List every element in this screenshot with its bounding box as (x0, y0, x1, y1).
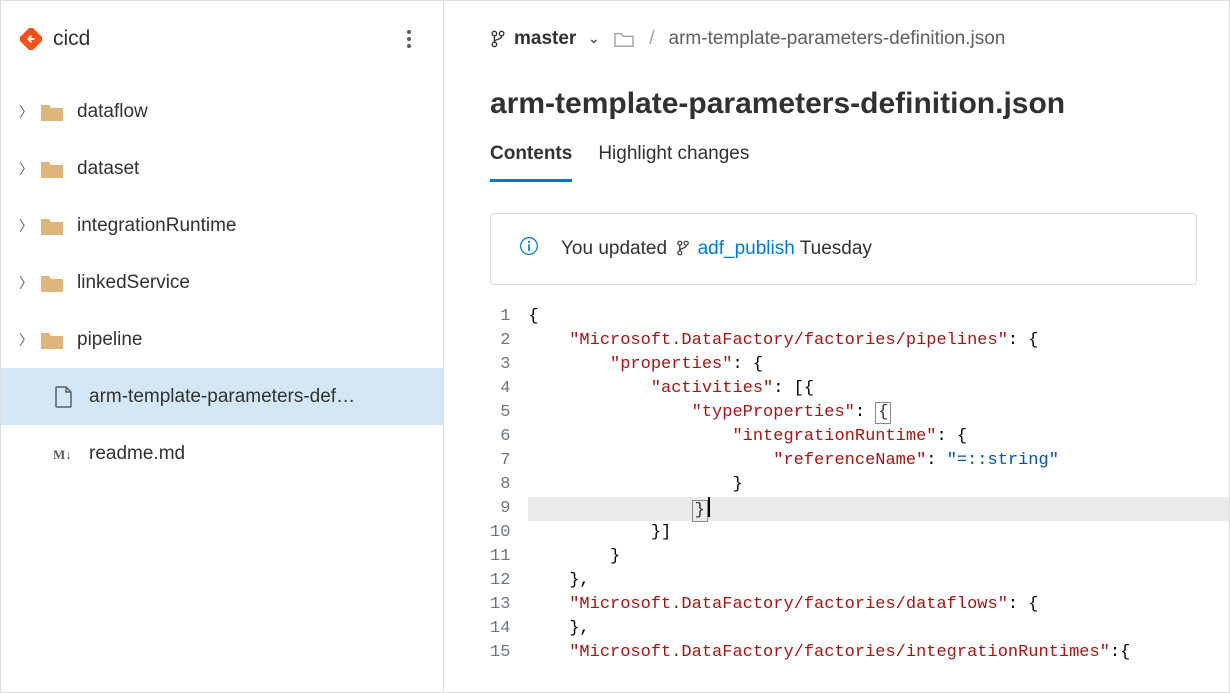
tree-item-label: arm-template-parameters-def… (89, 386, 355, 408)
repo-header: cicd (1, 11, 443, 83)
info-icon (519, 236, 539, 262)
chevron-right-icon: 〉 (19, 102, 39, 122)
main-content: master ⌄ / arm-template-parameters-defin… (444, 1, 1229, 692)
tree-item-label: pipeline (77, 329, 143, 351)
line-number-gutter: 123456789101112131415 (490, 305, 528, 692)
file-tree: 〉 dataflow 〉 dataset 〉 integrationRuntime 〉 lin… (1, 83, 443, 482)
branch-icon (490, 30, 506, 48)
repo-icon (19, 27, 43, 51)
code-editor[interactable]: 123456789101112131415 { "Microsoft.DataF… (444, 305, 1229, 692)
tab-bar: Contents Highlight changes (444, 143, 1229, 183)
tree-folder[interactable]: 〉 pipeline (1, 311, 443, 368)
folder-icon (613, 30, 635, 48)
tree-item-label: readme.md (89, 443, 185, 465)
folder-icon (39, 329, 65, 351)
updated-branch-link[interactable]: adf_publish (698, 238, 795, 259)
chevron-right-icon: 〉 (19, 159, 39, 179)
more-vertical-icon (407, 30, 411, 48)
tab-highlight-changes[interactable]: Highlight changes (598, 143, 749, 182)
folder-icon (39, 215, 65, 237)
tree-item-label: dataset (77, 158, 139, 180)
breadcrumb-separator: / (649, 28, 654, 50)
folder-icon (39, 158, 65, 180)
info-text: You updated adf_publish Tuesday (561, 238, 872, 260)
file-icon (51, 386, 77, 408)
more-actions-button[interactable] (393, 23, 425, 55)
branch-name: master (514, 28, 576, 50)
svg-text:M↓: M↓ (53, 447, 72, 462)
folder-icon (39, 272, 65, 294)
branch-selector[interactable]: master ⌄ (490, 28, 599, 50)
tree-folder[interactable]: 〉 dataset (1, 140, 443, 197)
tree-item-label: integrationRuntime (77, 215, 236, 237)
file-explorer: cicd 〉 dataflow 〉 dataset 〉 integrationRuntim… (1, 1, 444, 692)
chevron-down-icon: ⌄ (588, 31, 599, 47)
tree-item-label: linkedService (77, 272, 190, 294)
breadcrumb-file: arm-template-parameters-definition.json (669, 28, 1006, 50)
tree-item-label: dataflow (77, 101, 148, 123)
page-title: arm-template-parameters-definition.json (444, 59, 1229, 143)
markdown-icon: M↓ (51, 443, 77, 465)
folder-icon (39, 101, 65, 123)
breadcrumb-bar: master ⌄ / arm-template-parameters-defin… (444, 19, 1229, 59)
tree-folder[interactable]: 〉 linkedService (1, 254, 443, 311)
code-area[interactable]: { "Microsoft.DataFactory/factories/pipel… (528, 305, 1229, 692)
tree-file[interactable]: arm-template-parameters-def… (1, 368, 443, 425)
branch-icon (676, 240, 690, 256)
chevron-right-icon: 〉 (19, 330, 39, 350)
chevron-right-icon: 〉 (19, 216, 39, 236)
tree-folder[interactable]: 〉 dataflow (1, 83, 443, 140)
repo-name: cicd (53, 27, 393, 51)
tab-contents[interactable]: Contents (490, 143, 572, 182)
tree-file[interactable]: M↓ readme.md (1, 425, 443, 482)
tree-folder[interactable]: 〉 integrationRuntime (1, 197, 443, 254)
chevron-right-icon: 〉 (19, 273, 39, 293)
update-info-banner: You updated adf_publish Tuesday (490, 213, 1197, 285)
